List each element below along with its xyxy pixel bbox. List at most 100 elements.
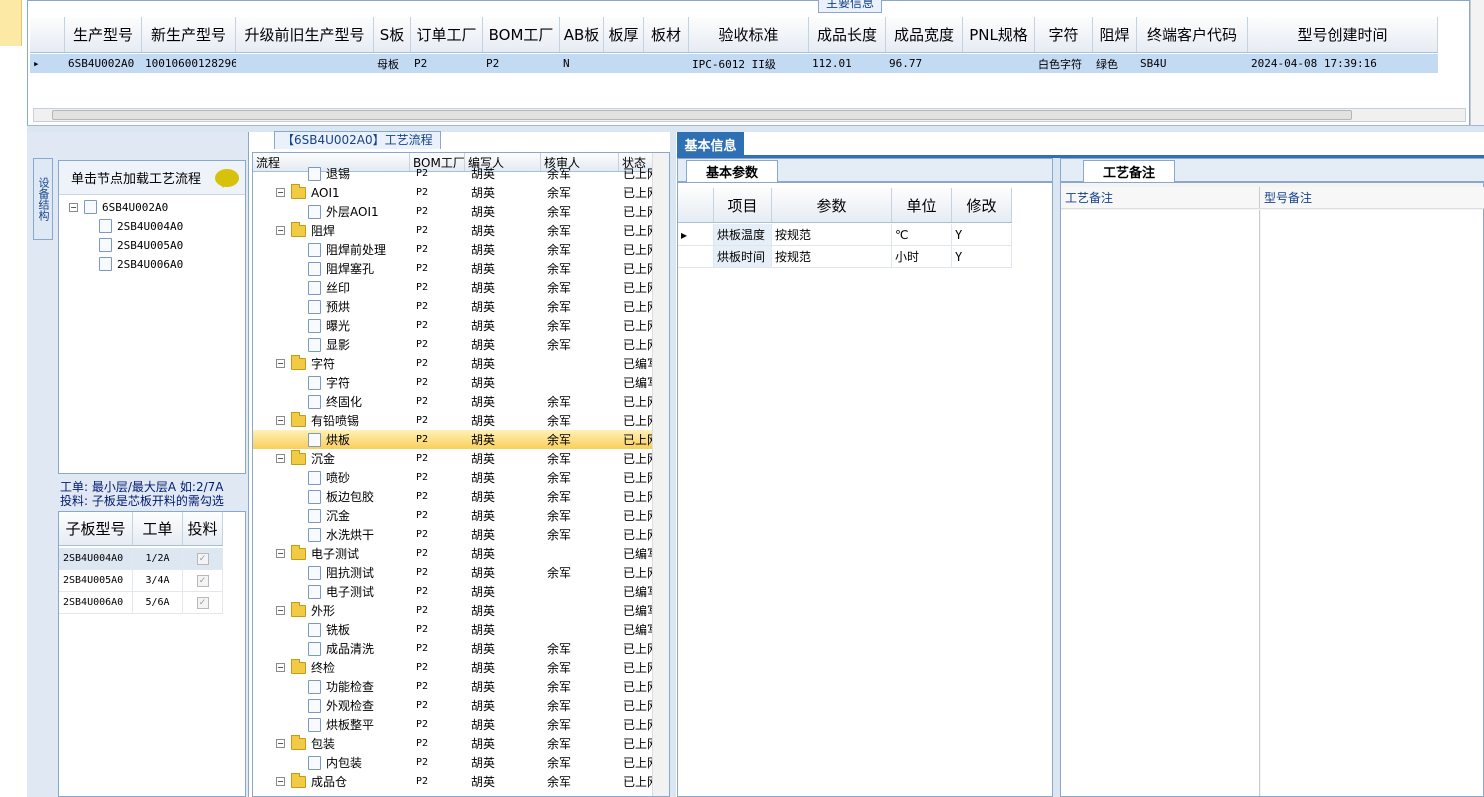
grid-cell[interactable]: IPC-6012 II级 bbox=[689, 54, 809, 73]
flow-row[interactable]: − AOI1 P2 胡英 余军 已上网 bbox=[253, 183, 653, 202]
process-note-textarea[interactable] bbox=[1061, 210, 1260, 796]
column-header[interactable]: 项目 bbox=[714, 188, 772, 222]
vertical-splitter[interactable] bbox=[670, 132, 676, 797]
flow-vscrollbar[interactable] bbox=[652, 153, 669, 796]
grid-cell[interactable]: 白色字符 bbox=[1035, 54, 1093, 73]
flow-row[interactable]: − 有铅喷锡 P2 胡英 余军 已上网 bbox=[253, 411, 653, 430]
checkbox[interactable]: ✓ bbox=[196, 574, 209, 587]
flow-row[interactable]: − 阻焊 P2 胡英 余军 已上网 bbox=[253, 221, 653, 240]
column-header[interactable]: 修改 bbox=[952, 188, 1012, 222]
param-cell[interactable]: 按规范 bbox=[772, 224, 892, 245]
column-header[interactable]: 验收标准 bbox=[689, 17, 809, 52]
column-header[interactable]: 板材 bbox=[644, 17, 689, 52]
scroll-thumb[interactable] bbox=[52, 110, 1352, 120]
grid-cell[interactable]: 6SB4U002A0 bbox=[65, 54, 142, 73]
column-header[interactable]: 子板型号 bbox=[59, 512, 133, 545]
collapse-icon[interactable]: − bbox=[276, 359, 285, 368]
column-header[interactable]: S板 bbox=[374, 17, 411, 52]
column-header[interactable]: 工单 bbox=[133, 512, 183, 545]
column-header[interactable]: 订单工厂 bbox=[411, 17, 483, 52]
collapse-icon[interactable]: − bbox=[276, 663, 285, 672]
tab-process-notes[interactable]: 工艺备注 bbox=[1083, 160, 1175, 182]
table-row[interactable]: 烘板时间 按规范 小时 Y bbox=[678, 246, 1012, 268]
flow-row[interactable]: − 成品仓 P2 胡英 余军 已上网 bbox=[253, 772, 653, 791]
table-row[interactable]: 2SB4U006A0 5/6A ✓ bbox=[59, 592, 223, 614]
table-row[interactable]: 2SB4U005A0 3/4A ✓ bbox=[59, 570, 223, 592]
vertical-splitter[interactable] bbox=[1053, 158, 1060, 797]
collapse-icon[interactable]: − bbox=[276, 226, 285, 235]
grid-cell[interactable] bbox=[604, 54, 644, 73]
message-bubble-icon[interactable] bbox=[215, 168, 239, 188]
main-grid-vscrollbar[interactable] bbox=[1470, 0, 1484, 126]
grid-cell[interactable]: P2 bbox=[483, 54, 560, 73]
flow-row[interactable]: − 字符 P2 胡英 已编写 bbox=[253, 354, 653, 373]
checkbox[interactable]: ✓ bbox=[196, 552, 209, 565]
flow-row[interactable]: 字符 P2 胡英 已编写 bbox=[253, 373, 653, 392]
collapse-icon[interactable]: − bbox=[276, 454, 285, 463]
grid-cell[interactable] bbox=[644, 54, 689, 73]
flow-row[interactable]: 曝光 P2 胡英 余军 已上网 bbox=[253, 316, 653, 335]
grid-cell[interactable]: 96.77 bbox=[886, 54, 963, 73]
grid-cell[interactable]: SB4U bbox=[1137, 54, 1248, 73]
flow-row[interactable]: − 包装 P2 胡英 余军 已上网 bbox=[253, 734, 653, 753]
flow-row[interactable]: − 沉金 P2 胡英 余军 已上网 bbox=[253, 449, 653, 468]
flow-row[interactable]: 阻焊前处理 P2 胡英 余军 已上网 bbox=[253, 240, 653, 259]
column-header[interactable]: 型号创建时间 bbox=[1248, 17, 1438, 52]
column-header[interactable]: 字符 bbox=[1035, 17, 1093, 52]
flow-row[interactable]: 预烘 P2 胡英 余军 已上网 bbox=[253, 297, 653, 316]
flow-row[interactable]: 板边包胶 P2 胡英 余军 已上网 bbox=[253, 487, 653, 506]
tree-node-child[interactable]: 2SB4U004A0 bbox=[99, 217, 183, 235]
column-header[interactable]: 板厚 bbox=[604, 17, 644, 52]
column-header[interactable]: AB板 bbox=[560, 17, 604, 52]
grid-cell[interactable] bbox=[236, 54, 374, 73]
tab-basic-info[interactable]: 基本信息 bbox=[677, 132, 744, 156]
tab-basic-params[interactable]: 基本参数 bbox=[686, 160, 778, 182]
flow-row[interactable]: 烘板 P2 胡英 余军 已上网 bbox=[253, 430, 653, 449]
collapse-icon[interactable]: − bbox=[276, 739, 285, 748]
grid-cell[interactable] bbox=[963, 54, 1035, 73]
column-header[interactable]: 成品宽度 bbox=[886, 17, 963, 52]
collapse-icon[interactable]: − bbox=[276, 416, 285, 425]
checkbox[interactable]: ✓ bbox=[196, 596, 209, 609]
flow-row[interactable]: 内包装 P2 胡英 余军 已上网 bbox=[253, 753, 653, 772]
main-grid-row[interactable]: ▸ 6SB4U002A0 10010600128296 母板 P2 P2 N IPC-6012… bbox=[30, 54, 1438, 73]
flow-row[interactable]: 丝印 P2 胡英 余军 已上网 bbox=[253, 278, 653, 297]
collapse-icon[interactable]: − bbox=[276, 777, 285, 786]
column-header[interactable]: 终端客户代码 bbox=[1137, 17, 1248, 52]
grid-cell[interactable]: 母板 bbox=[374, 54, 411, 73]
column-header[interactable]: PNL规格 bbox=[963, 17, 1035, 52]
param-cell[interactable]: 按规范 bbox=[772, 246, 892, 267]
column-header[interactable]: 升级前旧生产型号 bbox=[236, 17, 374, 52]
flow-row[interactable]: 功能检查 P2 胡英 余军 已上网 bbox=[253, 677, 653, 696]
flow-row[interactable]: 阻焊塞孔 P2 胡英 余军 已上网 bbox=[253, 259, 653, 278]
grid-cell[interactable]: N bbox=[560, 54, 604, 73]
collapse-icon[interactable]: − bbox=[69, 202, 78, 212]
flow-row[interactable]: 成品清洗 P2 胡英 余军 已上网 bbox=[253, 639, 653, 658]
collapse-icon[interactable]: − bbox=[276, 188, 285, 197]
model-note-textarea[interactable] bbox=[1261, 210, 1483, 796]
collapse-icon[interactable]: − bbox=[276, 549, 285, 558]
flow-row[interactable]: − 终检 P2 胡英 余军 已上网 bbox=[253, 658, 653, 677]
table-row[interactable]: ▸ 烘板温度 按规范 ℃ Y bbox=[678, 224, 1012, 246]
flow-row[interactable]: 喷砂 P2 胡英 余军 已上网 bbox=[253, 468, 653, 487]
column-header[interactable]: 成品长度 bbox=[809, 17, 886, 52]
flow-row[interactable]: 显影 P2 胡英 余军 已上网 bbox=[253, 335, 653, 354]
grid-cell[interactable]: 112.01 bbox=[809, 54, 886, 73]
flow-row[interactable]: − 外形 P2 胡英 已编写 bbox=[253, 601, 653, 620]
collapse-icon[interactable]: − bbox=[276, 606, 285, 615]
grid-cell[interactable]: P2 bbox=[411, 54, 483, 73]
column-header[interactable]: 单位 bbox=[892, 188, 952, 222]
table-row[interactable]: 2SB4U004A0 1/2A ✓ bbox=[59, 548, 223, 570]
grid-cell[interactable]: 2024-04-08 17:39:16 bbox=[1248, 54, 1438, 73]
column-header[interactable]: 参数 bbox=[772, 188, 892, 222]
tree-node-child[interactable]: 2SB4U006A0 bbox=[99, 255, 183, 273]
flow-row[interactable]: 沉金 P2 胡英 余军 已上网 bbox=[253, 506, 653, 525]
grid-cell[interactable]: 10010600128296 bbox=[142, 54, 236, 73]
main-grid-hscrollbar[interactable] bbox=[33, 108, 1466, 122]
column-header[interactable]: 生产型号 bbox=[65, 17, 142, 52]
horizontal-splitter[interactable] bbox=[27, 125, 1484, 132]
side-tab-structure[interactable]: 设备结构 bbox=[33, 158, 53, 240]
flow-row[interactable]: 退锡 P2 胡英 余军 已上网 bbox=[253, 164, 653, 183]
flow-row[interactable]: 烘板整平 P2 胡英 余军 已上网 bbox=[253, 715, 653, 734]
column-header[interactable]: BOM工厂 bbox=[483, 17, 560, 52]
